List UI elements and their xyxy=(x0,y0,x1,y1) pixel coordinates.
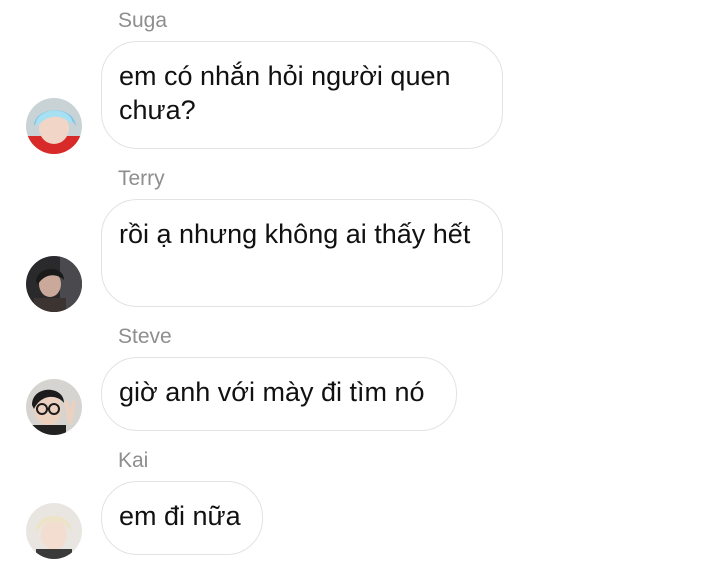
message-bubble[interactable]: giờ anh với mày đi tìm nó xyxy=(101,357,457,431)
user-avatar-blonde-icon xyxy=(26,503,82,559)
message-bubble[interactable]: em có nhắn hỏi người quen chưa? xyxy=(101,41,503,149)
sender-name: Terry xyxy=(118,167,165,190)
sender-name: Steve xyxy=(118,325,172,348)
user-avatar-blue-hair-icon xyxy=(26,98,82,154)
avatar[interactable] xyxy=(26,379,82,435)
user-avatar-glasses-icon xyxy=(26,379,82,435)
message-bubble[interactable]: em đi nữa xyxy=(101,481,263,555)
sender-name: Suga xyxy=(118,9,168,32)
avatar[interactable] xyxy=(26,256,82,312)
avatar[interactable] xyxy=(26,503,82,559)
user-avatar-dark-icon xyxy=(26,256,82,312)
avatar[interactable] xyxy=(26,98,82,154)
message-bubble[interactable]: rồi ạ nhưng không ai thấy hết xyxy=(101,199,503,307)
sender-name: Kai xyxy=(118,449,149,472)
